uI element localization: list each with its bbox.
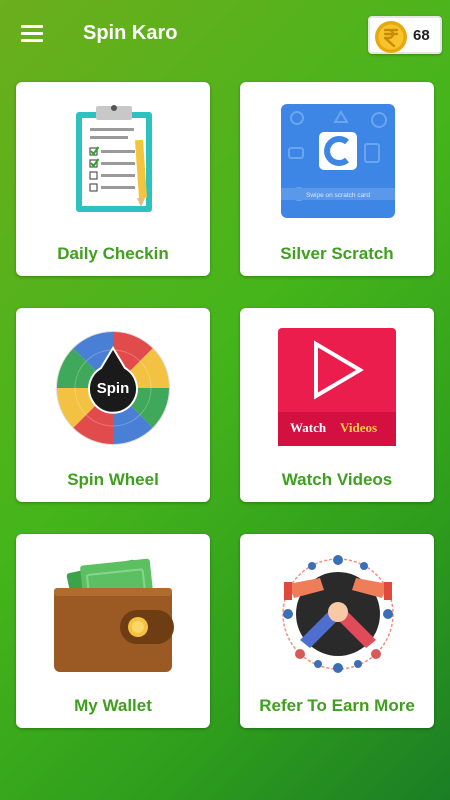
scratch-caption: Swipe on scratch card [306, 192, 370, 199]
banner-word-videos: Videos [340, 420, 377, 435]
silver-scratch-card[interactable]: Swipe on scratch card Silver Scratch [240, 82, 434, 276]
card-label: Daily Checkin [57, 244, 169, 263]
daily-checkin-card[interactable]: Daily Checkin [16, 82, 210, 276]
card-label: Watch Videos [281, 470, 393, 489]
spin-wheel-icon: Spin [56, 331, 170, 445]
hamburger-line [21, 32, 43, 35]
app-title: Spin Karo [83, 22, 178, 44]
clipboard-checklist-icon [76, 105, 152, 212]
card-label: Spin Wheel [67, 470, 159, 489]
rupee-coin-icon [375, 21, 407, 53]
hamburger-line [21, 39, 43, 42]
play-video-icon: Watch Videos [278, 328, 396, 446]
menu-button[interactable] [21, 25, 45, 43]
card-label: My Wallet [74, 696, 152, 715]
wheel-center-text: Spin [97, 380, 130, 397]
my-wallet-card[interactable]: My Wallet [16, 534, 210, 728]
card-label: Silver Scratch [280, 244, 394, 263]
scratch-card-icon: Swipe on scratch card [281, 104, 395, 218]
refer-handshake-icon [282, 555, 394, 673]
spin-wheel-card[interactable]: Spin Spin Wheel [16, 308, 210, 502]
card-label: Refer To Earn More [259, 696, 415, 715]
watch-videos-card[interactable]: Watch Videos Watch Videos [240, 308, 434, 502]
wallet-icon [54, 558, 174, 672]
hamburger-line [21, 25, 43, 28]
coin-count: 68 [413, 27, 430, 44]
coin-balance-badge[interactable]: 68 [368, 16, 442, 54]
banner-word-watch: Watch [290, 420, 327, 435]
app-bar: Spin Karo 68 [0, 0, 450, 68]
refer-to-earn-card[interactable]: Refer To Earn More [240, 534, 434, 728]
